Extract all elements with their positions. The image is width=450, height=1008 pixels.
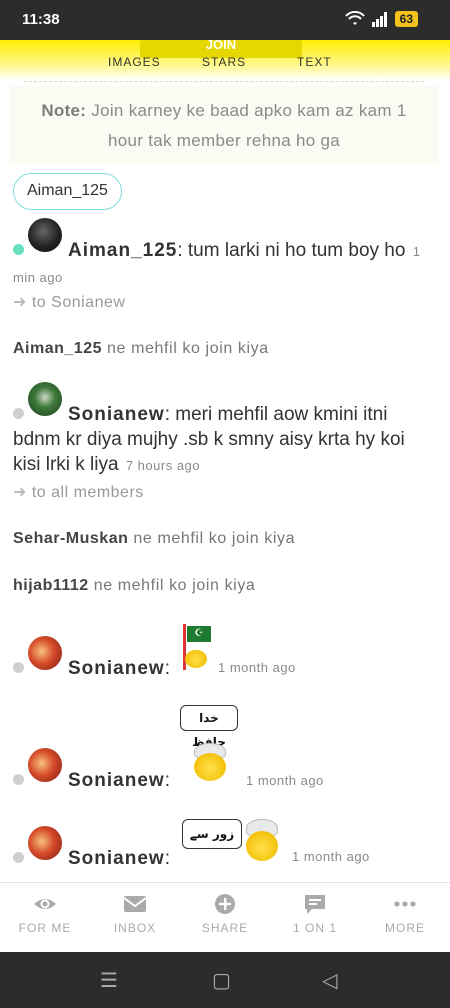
online-status-dot	[13, 244, 24, 255]
message-time: 1 month ago	[292, 849, 370, 864]
message-time: 7 hours ago	[125, 458, 201, 473]
offline-status-dot	[13, 408, 24, 419]
message-text: : tum larki ni ho tum boy ho	[177, 240, 406, 261]
wifi-icon	[344, 11, 365, 25]
note-label: Note:	[41, 101, 87, 120]
message-username[interactable]: Aiman_125	[68, 240, 177, 261]
recent-apps-icon[interactable]: ☰	[100, 968, 118, 993]
bottom-nav: FOR ME INBOX SHARE 1 ON 1 MORE	[0, 882, 450, 952]
message-username[interactable]: Sonianew	[68, 658, 165, 679]
nav-label: MORE	[385, 921, 425, 935]
tab-images[interactable]: IMAGES	[108, 55, 161, 69]
eye-icon	[34, 899, 56, 909]
offline-status-dot	[13, 852, 24, 863]
system-text: ne mehfil ko join kiya	[88, 577, 256, 594]
nav-one-on-one[interactable]: 1 ON 1	[270, 893, 360, 935]
nav-more[interactable]: MORE	[360, 893, 450, 935]
sticker-speech-bubble: زور سے	[182, 819, 242, 849]
system-message: Sehar-Muskan ne mehfil ko join kiya	[13, 530, 295, 548]
avatar[interactable]	[28, 636, 62, 670]
tab-text[interactable]: TEXT	[297, 55, 332, 69]
nav-share[interactable]: SHARE	[180, 893, 270, 935]
status-time: 11:38	[22, 11, 60, 28]
emoji-face-icon	[246, 831, 278, 861]
nav-label: FOR ME	[18, 921, 72, 935]
avatar[interactable]	[28, 748, 62, 782]
arrow-right-icon: ➜	[13, 484, 27, 501]
recipient-label: to Sonianew	[31, 294, 126, 311]
avatar[interactable]	[28, 218, 62, 252]
nav-label: INBOX	[113, 921, 157, 935]
message-recipient: ➜ to all members	[13, 482, 144, 502]
nav-label: 1 ON 1	[292, 921, 337, 935]
divider	[24, 81, 424, 82]
message-text: :	[164, 658, 170, 679]
chat-message: Sonianew: meri mehfil aow kmini itni bdn…	[13, 382, 431, 478]
tab-stars[interactable]: STARS	[202, 55, 246, 69]
note-box: Note: Join karney ke baad apko kam az ka…	[10, 86, 438, 164]
envelope-icon	[123, 896, 147, 912]
pakistan-flag-icon: ☪	[187, 626, 211, 642]
avatar[interactable]	[28, 826, 62, 860]
message-text: :	[164, 770, 170, 791]
zor-se-sticker[interactable]: زور سے	[182, 815, 282, 865]
status-bar: 11:38 63	[0, 0, 450, 40]
user-filter-chip[interactable]: Aiman_125	[13, 173, 122, 210]
sticker-speech-bubble: خدا حافظ	[180, 705, 238, 749]
system-message: Aiman_125 ne mehfil ko join kiya	[13, 340, 269, 358]
back-icon[interactable]: ◁	[322, 968, 337, 993]
plus-circle-icon	[215, 894, 235, 914]
message-username[interactable]: Sonianew	[68, 404, 165, 425]
avatar[interactable]	[28, 382, 62, 416]
battery-indicator: 63	[394, 11, 418, 27]
pakistan-flag-sticker[interactable]: ☪	[181, 624, 213, 670]
signal-icon	[371, 12, 387, 27]
chat-message: Aiman_125: tum larki ni ho tum boy ho 1 …	[13, 218, 431, 290]
system-text: ne mehfil ko join kiya	[102, 340, 269, 357]
message-username[interactable]: Sonianew	[68, 848, 165, 869]
recipient-label: to all members	[31, 484, 144, 501]
message-username[interactable]: Sonianew	[68, 770, 165, 791]
khuda-hafiz-sticker[interactable]: خدا حافظ	[180, 705, 240, 783]
system-username[interactable]: Aiman_125	[13, 340, 102, 357]
more-dots-icon	[394, 901, 416, 907]
system-username[interactable]: Sehar-Muskan	[13, 530, 128, 547]
nav-inbox[interactable]: INBOX	[90, 893, 180, 935]
status-icons: 63	[344, 11, 418, 27]
system-username[interactable]: hijab1112	[13, 577, 89, 594]
system-message: hijab1112 ne mehfil ko join kiya	[13, 577, 255, 595]
arrow-right-icon: ➜	[13, 294, 27, 311]
system-text: ne mehfil ko join kiya	[128, 530, 296, 547]
emoji-face-icon	[185, 650, 207, 668]
system-nav-bar: ☰ ▢ ◁	[0, 952, 450, 1008]
message-time: 1 month ago	[218, 660, 296, 675]
offline-status-dot	[13, 774, 24, 785]
note-text: Join karney ke baad apko kam az kam 1 ho…	[86, 101, 407, 150]
chat-bubble-icon	[305, 895, 325, 914]
nav-for-me[interactable]: FOR ME	[0, 893, 90, 935]
offline-status-dot	[13, 662, 24, 673]
message-recipient: ➜ to Sonianew	[13, 292, 125, 312]
home-icon[interactable]: ▢	[212, 968, 231, 993]
emoji-face-icon	[194, 753, 226, 781]
message-text: :	[164, 848, 170, 869]
nav-label: SHARE	[201, 921, 249, 935]
message-time: 1 month ago	[246, 773, 324, 788]
